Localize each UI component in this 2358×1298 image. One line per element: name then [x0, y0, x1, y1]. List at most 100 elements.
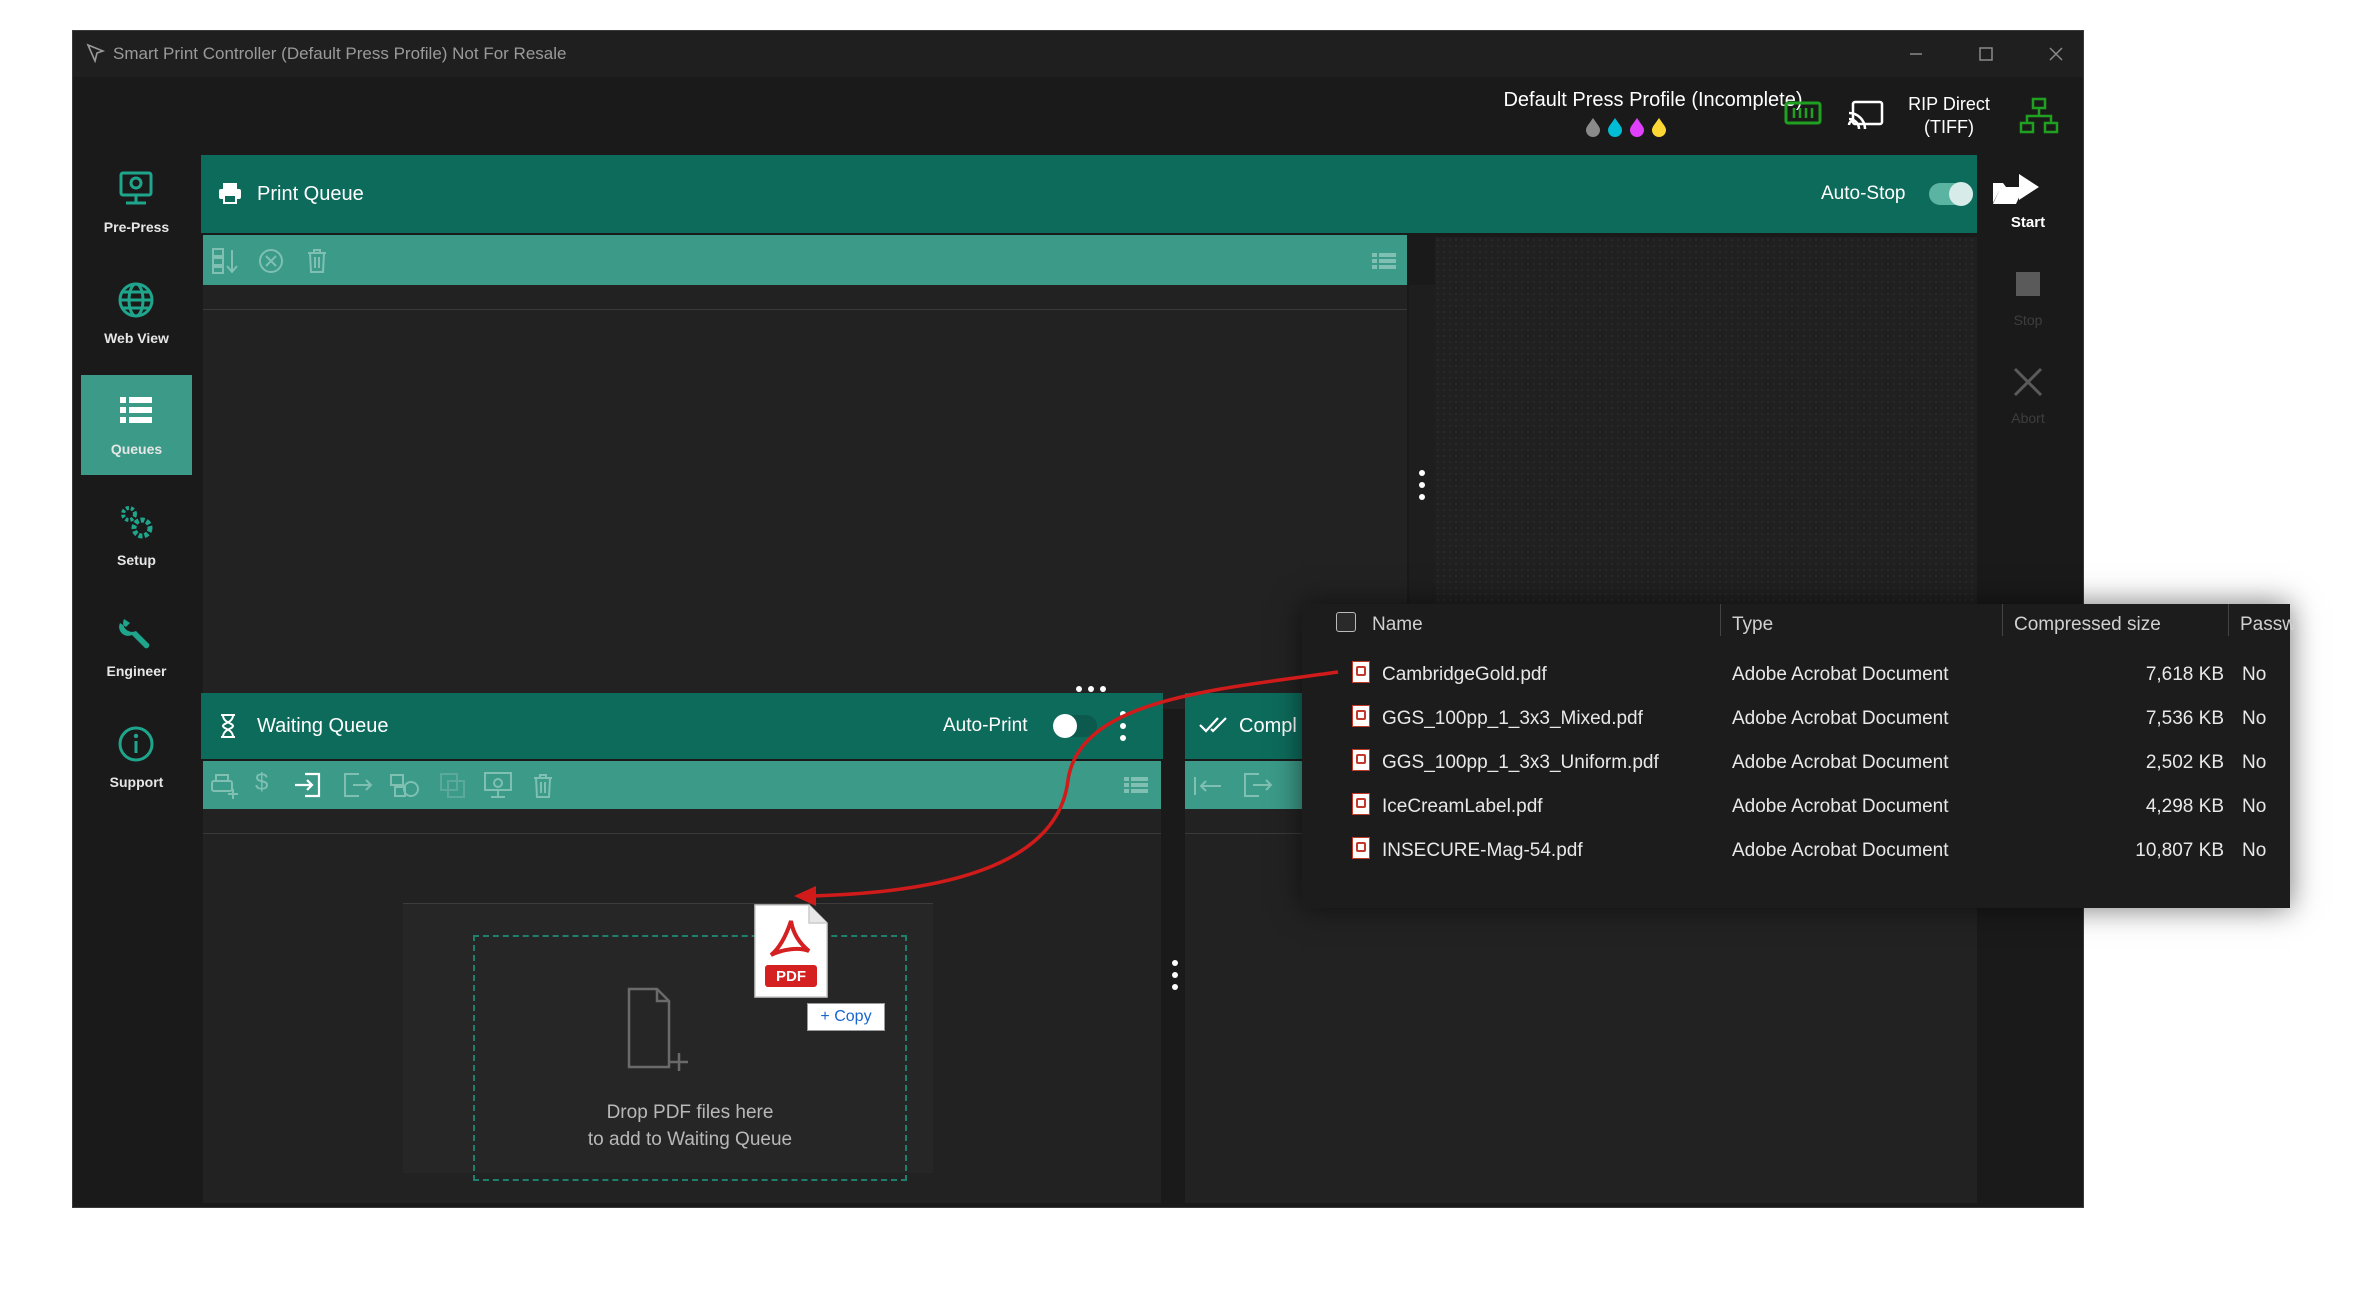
import-icon[interactable] [293, 772, 323, 798]
cancel-icon[interactable] [257, 247, 285, 275]
ink-drop-icon [1608, 118, 1622, 137]
close-button[interactable] [2029, 39, 2083, 69]
delete-icon[interactable] [531, 772, 555, 800]
file-type: Adobe Acrobat Document [1732, 796, 1949, 817]
column-compressed-size[interactable]: Compressed size [2014, 614, 2161, 636]
column-type[interactable]: Type [1732, 614, 1773, 636]
pdf-icon [1352, 661, 1370, 683]
rip-process-icon[interactable] [389, 772, 423, 798]
sidebar-item-web-view[interactable]: Web View [81, 264, 192, 364]
ink-drop-icon [1586, 118, 1600, 137]
file-row[interactable]: INSECURE-Mag-54.pdf Adobe Acrobat Documen… [1302, 828, 2290, 872]
delete-icon[interactable] [305, 247, 329, 275]
dragged-pdf-file: PDF [753, 903, 829, 999]
completed-queue-title: Compl [1239, 715, 1297, 737]
file-size: 7,618 KB [2145, 664, 2224, 685]
printer-memory-icon[interactable] [1783, 97, 1823, 129]
preview-icon[interactable] [483, 771, 513, 799]
file-row[interactable]: CambridgeGold.pdf Adobe Acrobat Document 7… [1302, 652, 2290, 696]
sidebar-item-label: Support [109, 774, 164, 790]
list-divider [203, 309, 1407, 310]
splitter-vertical-2[interactable] [1165, 761, 1185, 1201]
start-button[interactable]: Start [1983, 171, 2073, 241]
file-size: 2,502 KB [2145, 752, 2224, 773]
waiting-queue-list[interactable]: Drop PDF files here to add to Waiting Qu… [203, 809, 1161, 1203]
duplicate-icon[interactable] [439, 772, 467, 798]
hourglass-icon [221, 714, 235, 738]
column-name[interactable]: Name [1372, 614, 1423, 636]
export-icon[interactable] [341, 772, 373, 798]
play-icon [2019, 174, 2039, 200]
file-row[interactable]: IceCreamLabel.pdf Adobe Acrobat Document 4… [1302, 784, 2290, 828]
auto-print-knob [1053, 714, 1077, 738]
sidebar: Pre-Press Web View Queues Setup Engineer Supp… [73, 153, 201, 853]
app-logo-icon [86, 43, 105, 63]
file-name: INSECURE-Mag-54.pdf [1382, 840, 1583, 861]
auto-stop-label: Auto-Stop [1821, 183, 1906, 204]
abort-button[interactable]: Abort [1983, 365, 2073, 441]
network-icon[interactable] [2019, 97, 2059, 135]
pdf-icon [1352, 749, 1370, 771]
ink-drop-icon [1652, 118, 1666, 137]
auto-print-toggle[interactable] [1053, 714, 1097, 738]
drop-zone[interactable]: Drop PDF files here to add to Waiting Qu… [473, 935, 907, 1181]
drop-hint-line1: Drop PDF files here [606, 1102, 774, 1123]
auto-stop-toggle[interactable] [1929, 182, 1973, 206]
rip-line1: RIP Direct [1908, 94, 1990, 114]
maximize-button[interactable] [1959, 39, 2013, 69]
list-view-icon[interactable] [1371, 251, 1397, 271]
move-down-icon[interactable] [211, 247, 241, 275]
export-icon[interactable] [1241, 772, 1273, 798]
preview-pane [1435, 237, 1977, 637]
ink-levels [1585, 117, 1675, 139]
column-divider [2002, 604, 2003, 636]
waiting-queue-header: Waiting Queue Auto-Print [201, 693, 1163, 759]
sidebar-item-setup[interactable]: Setup [81, 486, 192, 586]
file-row[interactable]: GGS_100pp_1_3x3_Mixed.pdf Adobe Acrobat D… [1302, 696, 2290, 740]
dollar-icon[interactable]: $ [255, 769, 268, 797]
profile-label[interactable]: Default Press Profile (Incomplete) [1473, 89, 1833, 112]
file-type: Adobe Acrobat Document [1732, 752, 1949, 773]
sidebar-item-engineer[interactable]: Engineer [81, 597, 192, 697]
print-queue-header: Print Queue Auto-Stop [201, 155, 2022, 233]
list-icon [116, 391, 156, 431]
file-password: No [2242, 796, 2267, 817]
sidebar-item-label: Setup [117, 552, 156, 568]
list-view-icon[interactable] [1123, 775, 1149, 795]
list-divider [203, 833, 1161, 834]
minimize-icon [1910, 53, 1922, 55]
stop-button[interactable]: Stop [1983, 269, 2073, 339]
move-back-icon[interactable] [1193, 775, 1223, 797]
sidebar-item-label: Web View [104, 330, 169, 346]
column-password[interactable]: Passw [2240, 614, 2296, 636]
auto-print-label: Auto-Print [943, 715, 1028, 736]
stop-icon [2016, 272, 2040, 296]
file-type: Adobe Acrobat Document [1732, 708, 1949, 729]
wrench-icon [116, 613, 156, 653]
more-vertical-icon[interactable] [1117, 709, 1129, 743]
start-label: Start [2010, 214, 2046, 231]
print-queue-title: Print Queue [257, 183, 364, 205]
sidebar-item-label: Pre-Press [103, 219, 170, 235]
minimize-button[interactable] [1889, 39, 1943, 69]
sidebar-item-label: Engineer [106, 663, 167, 679]
print-add-icon[interactable] [209, 773, 239, 799]
print-queue-list[interactable] [203, 285, 1407, 709]
file-password: No [2242, 708, 2267, 729]
sidebar-item-support[interactable]: Support [81, 708, 192, 808]
file-row[interactable]: GGS_100pp_1_3x3_Uniform.pdf Adobe Acrobat… [1302, 740, 2290, 784]
ink-drop-icon [1630, 118, 1644, 137]
waiting-queue-title: Waiting Queue [257, 715, 389, 737]
pdf-badge-label: PDF [776, 968, 806, 985]
file-password: No [2242, 664, 2267, 685]
waiting-queue-toolbar: $ [203, 761, 1161, 809]
file-password: No [2242, 752, 2267, 773]
sidebar-item-pre-press[interactable]: Pre-Press [81, 153, 192, 253]
sidebar-item-label: Queues [110, 441, 163, 457]
select-all-checkbox[interactable] [1336, 612, 1356, 632]
cast-icon[interactable] [1847, 99, 1885, 129]
rip-status[interactable]: RIP Direct (TIFF) [1897, 93, 2001, 139]
file-explorer-popup: Name Type Compressed size Passw Cambridg… [1302, 604, 2296, 908]
sidebar-item-queues[interactable]: Queues [81, 375, 192, 475]
abort-label: Abort [2011, 410, 2045, 426]
